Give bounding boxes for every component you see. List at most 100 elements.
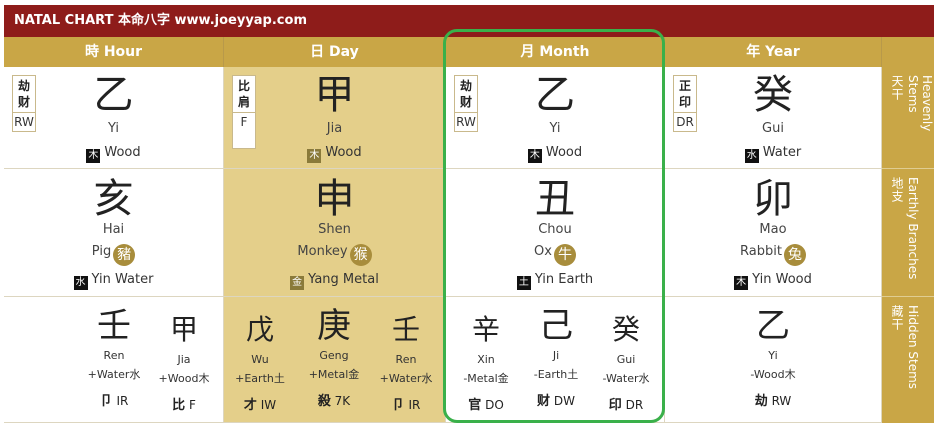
hidden-stem-char: 壬 — [97, 306, 131, 346]
hidden-stem-god-char: 才 — [243, 398, 257, 413]
side-label-cn: 藏干 — [890, 305, 904, 331]
branch-animal: Pig 豬 — [4, 244, 223, 266]
hidden-cell-day: 戊 Wu +Earth土 才 IW 庚 Geng +Metal金 殺 7K 壬 … — [224, 297, 446, 423]
element-char-box: 金 — [290, 276, 305, 290]
hidden-stem: 壬 Ren +Water水 卩 IR — [84, 309, 144, 409]
hidden-stem-element: +Water水 — [379, 372, 433, 385]
side-label-stems: 天干 Heavenly Stems — [882, 67, 934, 169]
side-label-cn: 地支 — [890, 177, 904, 203]
hidden-stem-god-char: 卩 — [391, 398, 405, 413]
side-label-hidden: 藏干 Hidden Stems — [882, 297, 934, 423]
hidden-stem-god-char: 殺 — [317, 394, 331, 409]
hidden-stem-char: 庚 — [317, 306, 351, 346]
branch-element: 金 Yang Metal — [224, 272, 445, 290]
stem-element: 木 Wood — [4, 145, 223, 163]
hidden-stem: 乙 Yi -Wood木 劫 RW — [743, 309, 803, 409]
hidden-cell-hour: 壬 Ren +Water水 卩 IR 甲 Jia +Wood木 比 F — [4, 297, 224, 423]
branch-pinyin: Chou — [538, 222, 572, 237]
animal-char-badge: 猴 — [349, 244, 372, 266]
branch-pinyin: Shen — [318, 222, 351, 237]
hidden-stem: 己 Ji -Earth土 财 DW — [526, 309, 586, 409]
stem-element: 木 Wood — [224, 145, 445, 163]
element-char-box: 木 — [86, 149, 101, 163]
stem-char: 乙 — [93, 72, 134, 118]
element-label: Water — [762, 145, 802, 160]
stem-cell-day: 比 肩 F 甲 Jia 木 Wood — [224, 67, 446, 169]
stem-element: 木 Wood — [446, 145, 664, 163]
hidden-stem: 甲 Jia +Wood木 比 F — [154, 313, 214, 413]
hidden-stem-element: +Wood木 — [158, 372, 210, 385]
hidden-stem-char: 壬 — [391, 313, 420, 346]
hidden-stem-element: -Earth土 — [533, 368, 579, 381]
element-label: Wood — [545, 145, 583, 160]
animal-label: Rabbit — [740, 244, 782, 259]
header-hour: 時 Hour — [4, 37, 224, 67]
hidden-stem-pinyin: Yi — [768, 349, 778, 362]
hidden-stem-pinyin: Wu — [251, 353, 269, 366]
hidden-stem-element: -Metal金 — [463, 372, 509, 385]
stem-pinyin: Yi — [107, 121, 120, 136]
branch-element: 土 Yin Earth — [446, 272, 664, 290]
branch-cell-year: 卯 Mao Rabbit 兔 木 Yin Wood — [665, 169, 882, 297]
site-url[interactable]: www.joeyyap.com — [175, 13, 308, 28]
hidden-stem-god-abbr: IW — [260, 398, 277, 412]
hidden-stem-element: +Water水 — [87, 368, 141, 381]
side-label-en: Hidden Stems — [906, 305, 920, 390]
hidden-stem-god-char: 印 — [608, 398, 622, 413]
stem-pinyin: Gui — [762, 121, 784, 136]
stem-element: 水 Water — [665, 145, 881, 163]
hidden-stem-char: 癸 — [611, 313, 640, 346]
branch-animal: Ox 牛 — [446, 244, 664, 266]
hidden-stem-char: 甲 — [169, 313, 198, 346]
stem-pinyin: Yi — [549, 121, 561, 136]
hidden-stem-element: +Metal金 — [308, 368, 360, 381]
hidden-stem-god-abbr: 7K — [334, 394, 351, 408]
branch-char: 丑 — [535, 176, 575, 222]
side-label-cn: 天干 — [890, 75, 904, 101]
hidden-stem-char: 戊 — [245, 313, 274, 346]
hidden-stem-god-char: 官 — [468, 398, 482, 413]
hidden-stem-god-abbr: IR — [408, 398, 421, 412]
hidden-stem-element: -Wood木 — [750, 368, 796, 381]
stem-char: 甲 — [314, 72, 355, 118]
element-char-box: 木 — [307, 149, 322, 163]
header-day: 日 Day — [224, 37, 446, 67]
stem-char: 乙 — [535, 72, 575, 118]
hidden-stem-char: 辛 — [471, 313, 500, 346]
animal-char-badge: 豬 — [113, 244, 136, 266]
stem-cell-hour: 劫 财 RW 乙 Yi 木 Wood — [4, 67, 224, 169]
element-label: Wood — [325, 145, 362, 160]
hidden-stem-pinyin: Ji — [552, 349, 560, 362]
side-label-branches: 地支 Earthly Branches — [882, 169, 934, 297]
branch-element: 水 Yin Water — [4, 272, 223, 290]
branch-animal: Rabbit 兔 — [665, 244, 881, 266]
element-label: Yang Metal — [308, 272, 379, 287]
header-month: 月 Month — [446, 37, 665, 67]
branch-pinyin: Mao — [759, 222, 787, 237]
chart-title-bar: NATAL CHART 本命八字 www.joeyyap.com — [4, 5, 934, 37]
branch-animal: Monkey 猴 — [224, 244, 445, 266]
stem-char: 癸 — [753, 72, 793, 118]
header-year: 年 Year — [665, 37, 882, 67]
animal-label: Monkey — [297, 244, 348, 259]
hidden-stem-god-abbr: DO — [485, 398, 504, 412]
side-label-en: Earthly Branches — [906, 177, 920, 280]
hidden-stem: 癸 Gui -Water水 印 DR — [596, 313, 656, 413]
element-char-box: 木 — [527, 149, 542, 163]
stem-cell-month: 劫 财 RW 乙 Yi 木 Wood — [446, 67, 665, 169]
hidden-stem-pinyin: Geng — [319, 349, 349, 362]
stem-pinyin: Jia — [326, 121, 343, 136]
hidden-stem-god-abbr: RW — [771, 394, 792, 408]
branch-char: 卯 — [753, 176, 793, 222]
animal-label: Pig — [91, 244, 112, 259]
hidden-stem-god-char: 财 — [537, 394, 551, 409]
element-char-box: 土 — [516, 276, 531, 290]
branch-element: 木 Yin Wood — [665, 272, 881, 290]
element-char-box: 水 — [744, 149, 759, 163]
hidden-stem-god-char: 劫 — [754, 394, 768, 409]
stem-cell-year: 正 印 DR 癸 Gui 水 Water — [665, 67, 882, 169]
animal-char-badge: 牛 — [553, 244, 576, 266]
hidden-stem-god-char: 卩 — [99, 394, 113, 409]
hidden-stem-pinyin: Xin — [477, 353, 495, 366]
chart-title: NATAL CHART 本命八字 — [14, 13, 170, 28]
